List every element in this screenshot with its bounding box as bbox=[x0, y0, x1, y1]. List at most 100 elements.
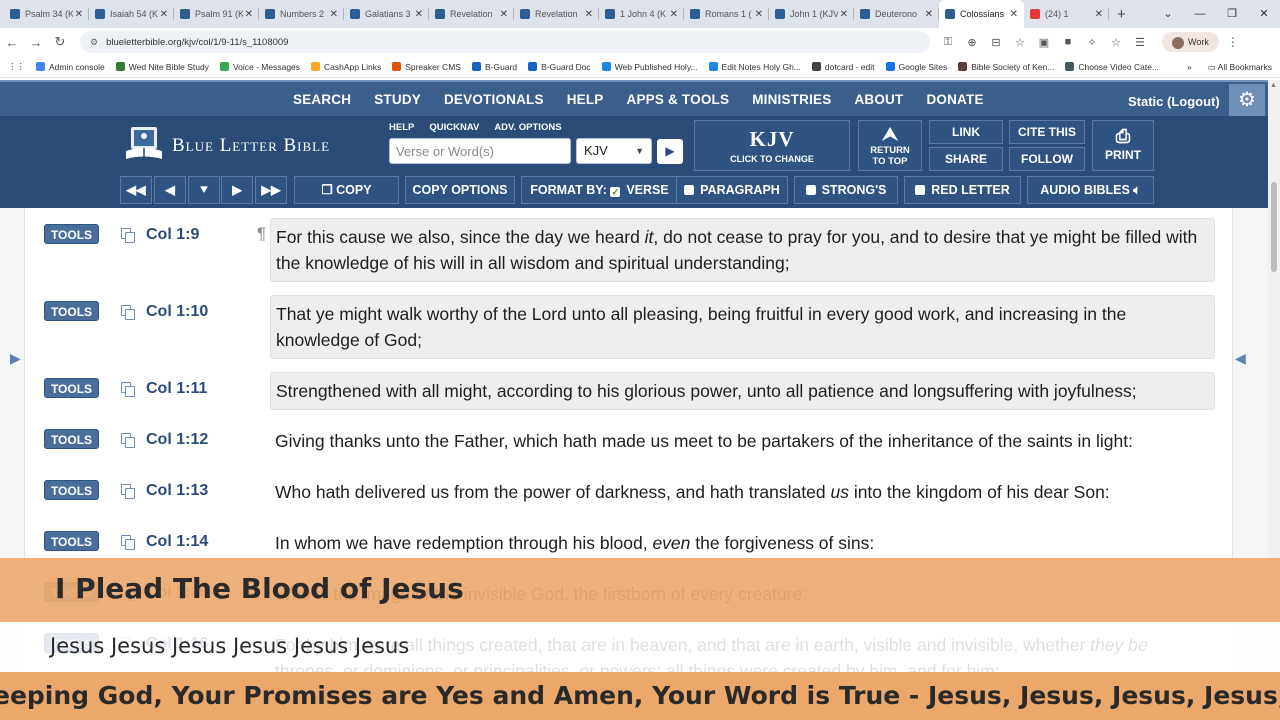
browser-tab[interactable]: Isaiah 54 (K ✕ bbox=[89, 0, 174, 28]
all-bookmarks-folder[interactable]: ▭ All Bookmarks bbox=[1208, 62, 1272, 73]
close-tab-icon[interactable]: ✕ bbox=[670, 9, 678, 20]
bookmark-item[interactable]: Google Sites bbox=[885, 62, 947, 72]
change-version-button[interactable]: KJV CLICK TO CHANGE bbox=[694, 120, 850, 171]
reading-list-icon[interactable]: ☆ bbox=[1104, 36, 1128, 49]
browser-tab[interactable]: John 1 (KJV ✕ bbox=[769, 0, 854, 28]
scroll-up-icon[interactable]: ▲ bbox=[1270, 82, 1277, 89]
bookmark-item[interactable]: Bible Society of Ken... bbox=[958, 62, 1054, 72]
search-link-adv-options[interactable]: ADV. OPTIONS bbox=[494, 122, 561, 133]
bookmark-item[interactable]: Web Published Holy... bbox=[601, 62, 698, 72]
browser-tab[interactable]: (24) 1 ✕ bbox=[1024, 0, 1109, 28]
bookmark-item[interactable]: CashApp Links bbox=[311, 62, 381, 72]
verse-reference[interactable]: Col 1:13 bbox=[146, 482, 208, 500]
audio-bibles-button[interactable]: AUDIO BIBLES 🔈︎ bbox=[1027, 176, 1154, 204]
next-chapter-icon[interactable]: ▶ bbox=[221, 176, 253, 204]
browser-tab[interactable]: Psalm 91 (K ✕ bbox=[174, 0, 259, 28]
print-button[interactable]: ⎙ PRINT bbox=[1092, 120, 1154, 171]
verse-reference[interactable]: Col 1:10 bbox=[146, 303, 208, 321]
restore-button[interactable]: ❐ bbox=[1216, 0, 1248, 28]
top-nav-apps-tools[interactable]: APPS & TOOLS bbox=[627, 92, 730, 107]
bookmark-star-icon[interactable]: ☆ bbox=[1008, 36, 1032, 49]
close-tab-icon[interactable]: ✕ bbox=[415, 9, 423, 20]
expand-left-panel-icon[interactable]: ▶ bbox=[10, 350, 21, 370]
verse-reference[interactable]: Col 1:11 bbox=[146, 380, 207, 398]
close-tab-icon[interactable]: ✕ bbox=[925, 9, 933, 20]
bookmark-item[interactable]: Voice - Messages bbox=[219, 62, 300, 72]
login-status[interactable]: Static (Logout) bbox=[1128, 94, 1220, 109]
top-nav-donate[interactable]: DONATE bbox=[926, 92, 983, 107]
bookmarks-overflow-icon[interactable]: » bbox=[1187, 62, 1192, 72]
scrollbar-thumb[interactable] bbox=[1271, 182, 1277, 272]
red-letter-toggle[interactable]: RED LETTER bbox=[904, 176, 1021, 204]
close-tab-icon[interactable]: ✕ bbox=[160, 9, 168, 20]
verse-reference[interactable]: Col 1:12 bbox=[146, 431, 208, 449]
top-nav-devotionals[interactable]: DEVOTIONALS bbox=[444, 92, 544, 107]
red-letter-checkbox[interactable] bbox=[915, 185, 926, 195]
close-tab-icon[interactable]: ✕ bbox=[585, 9, 593, 20]
verse-tools-button[interactable]: TOOLS bbox=[44, 378, 99, 398]
extension-icon[interactable]: ■ bbox=[1056, 36, 1080, 48]
close-tab-icon[interactable]: ✕ bbox=[75, 9, 83, 20]
verse-checkbox[interactable]: ✓ bbox=[610, 187, 621, 197]
close-tab-icon[interactable]: ✕ bbox=[755, 9, 763, 20]
cite-this-button[interactable]: CITE THIS bbox=[1009, 120, 1085, 144]
browser-tab[interactable]: Galatians 3 ✕ bbox=[344, 0, 429, 28]
apps-grid-icon[interactable]: ⋮⋮ bbox=[8, 61, 25, 72]
bookmark-item[interactable]: Choose Video Cate... bbox=[1065, 62, 1159, 72]
jump-down-icon[interactable]: ⯆ bbox=[188, 176, 220, 204]
copy-verse-icon[interactable] bbox=[121, 305, 135, 320]
bookmark-item[interactable]: B-Guard Doc bbox=[528, 62, 591, 72]
copy-verse-icon[interactable] bbox=[121, 484, 135, 499]
bookmark-item[interactable]: Admin console bbox=[36, 62, 105, 72]
top-nav-study[interactable]: STUDY bbox=[374, 92, 421, 107]
top-nav-search[interactable]: SEARCH bbox=[293, 92, 351, 107]
bookmark-item[interactable]: B-Guard bbox=[471, 62, 517, 72]
site-info-icon[interactable]: ⚙ bbox=[90, 37, 98, 48]
return-to-top-button[interactable]: ⮝ RETURN TO TOP bbox=[858, 120, 922, 171]
sidepanel-icon[interactable]: ☰ bbox=[1128, 36, 1152, 49]
url-field[interactable]: ⚙ blueletterbible.org/kjv/col/1/9-11/s_1… bbox=[80, 31, 930, 53]
verse-tools-button[interactable]: TOOLS bbox=[44, 301, 99, 321]
close-window-button[interactable]: ✕ bbox=[1248, 0, 1280, 28]
bookmark-item[interactable]: Spreaker CMS bbox=[392, 62, 461, 72]
top-nav-ministries[interactable]: MINISTRIES bbox=[752, 92, 831, 107]
copy-verse-icon[interactable] bbox=[121, 382, 135, 397]
verse-tools-button[interactable]: TOOLS bbox=[44, 224, 99, 244]
tab-search-icon[interactable]: ⌄ bbox=[1152, 0, 1184, 28]
strongs-checkbox[interactable] bbox=[805, 185, 816, 195]
browser-tab[interactable]: Revelation ✕ bbox=[429, 0, 514, 28]
share-button[interactable]: SHARE bbox=[929, 147, 1003, 171]
browser-tab[interactable]: 1 John 4 (K ✕ bbox=[599, 0, 684, 28]
browser-tab[interactable]: Numbers 2 ✕ bbox=[259, 0, 344, 28]
version-select[interactable]: KJV ▼ bbox=[576, 138, 652, 164]
settings-gear-icon[interactable]: ⚙ bbox=[1229, 84, 1265, 116]
browser-tab[interactable]: Psalm 34 (K ✕ bbox=[4, 0, 89, 28]
site-logo-text[interactable]: Blue Letter Bible bbox=[172, 135, 330, 157]
close-tab-icon[interactable]: ✕ bbox=[840, 9, 848, 20]
close-tab-icon[interactable]: ✕ bbox=[245, 9, 253, 20]
copy-verse-icon[interactable] bbox=[121, 535, 135, 550]
verse-reference[interactable]: Col 1:14 bbox=[146, 533, 208, 551]
translate-icon[interactable]: ▣ bbox=[1032, 36, 1056, 49]
paragraph-toggle[interactable]: PARAGRAPH bbox=[676, 176, 788, 204]
password-key-icon[interactable]: ⚿ bbox=[936, 36, 960, 49]
bookmark-item[interactable]: dotcard - edit bbox=[811, 62, 875, 72]
blb-logo-icon[interactable] bbox=[124, 125, 164, 163]
verse-search-input[interactable] bbox=[389, 138, 571, 164]
copy-verse-icon[interactable] bbox=[121, 228, 135, 243]
extensions-puzzle-icon[interactable]: ✧ bbox=[1080, 36, 1104, 49]
close-tab-icon[interactable]: ✕ bbox=[500, 9, 508, 20]
tab-active[interactable]: Colossians ✕ bbox=[939, 0, 1024, 28]
link-button[interactable]: LINK bbox=[929, 120, 1003, 144]
reload-icon[interactable]: ↻ bbox=[48, 34, 72, 50]
browser-tab[interactable]: Deuterono ✕ bbox=[854, 0, 939, 28]
last-chapter-icon[interactable]: ▶▶ bbox=[255, 176, 287, 204]
back-arrow-icon[interactable]: ← bbox=[0, 35, 24, 50]
profile-button[interactable]: Work bbox=[1162, 32, 1219, 52]
first-chapter-icon[interactable]: ◀◀ bbox=[120, 176, 152, 204]
verse-tools-button[interactable]: TOOLS bbox=[44, 429, 99, 449]
new-tab-button[interactable]: + bbox=[1117, 6, 1126, 23]
close-tab-icon[interactable]: ✕ bbox=[1095, 9, 1103, 20]
browser-tab[interactable]: Revelation ✕ bbox=[514, 0, 599, 28]
copy-verse-icon[interactable] bbox=[121, 433, 135, 448]
